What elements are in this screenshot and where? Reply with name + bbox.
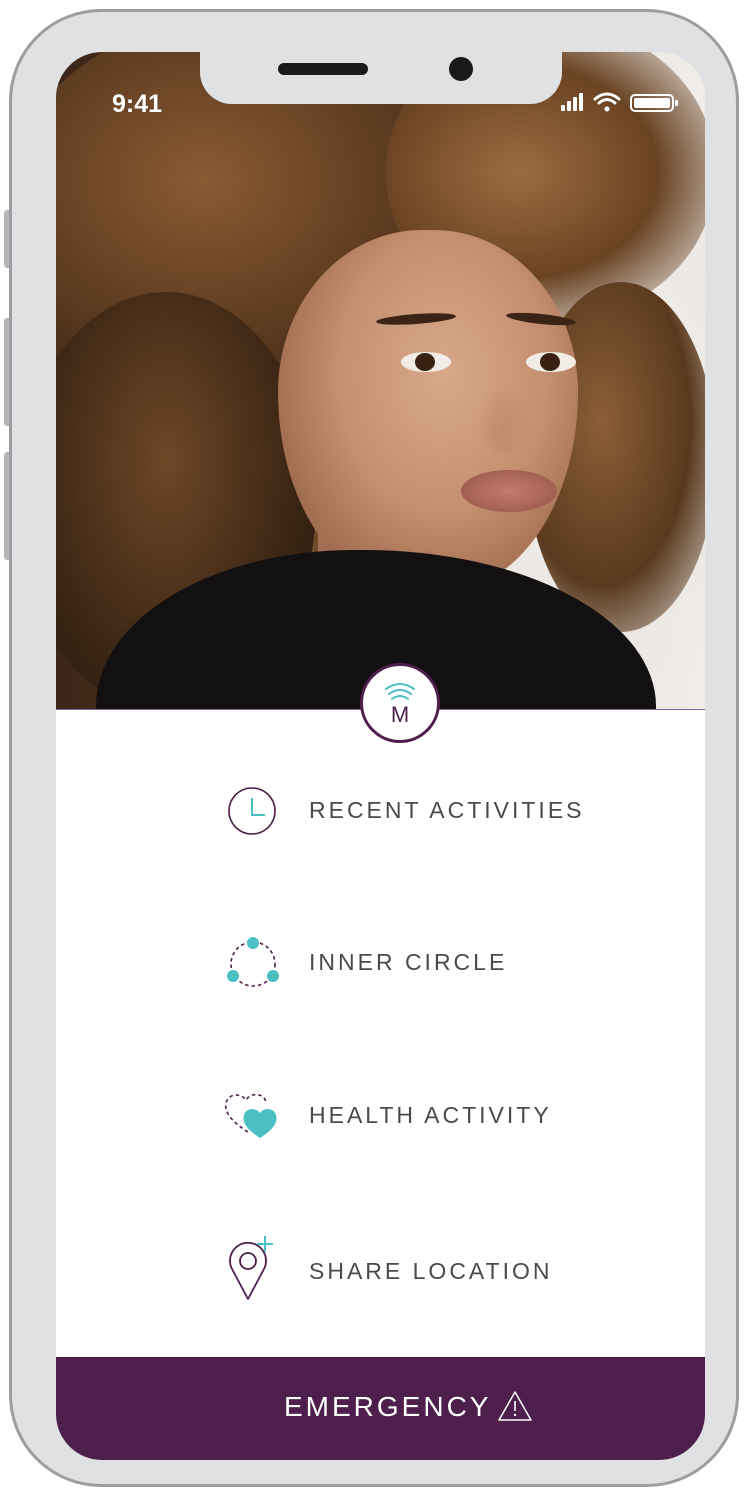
emergency-label: EMERGENCY xyxy=(284,1391,492,1422)
menu-label-recent-activities: RECENT ACTIVITIES xyxy=(309,797,585,823)
battery-icon xyxy=(630,94,678,112)
notch xyxy=(200,52,562,104)
menu-item-health-activity[interactable]: HEALTH ACTIVITY xyxy=(220,1080,660,1150)
menu-item-inner-circle[interactable]: INNER CIRCLE xyxy=(220,927,660,997)
app-logo-badge[interactable]: M xyxy=(360,663,440,743)
heart-icon xyxy=(224,1093,277,1138)
emergency-button[interactable]: EMERGENCY xyxy=(56,1357,705,1460)
signal-icon xyxy=(561,93,583,111)
app-screen: 9:41 M RECENT ACTIVITIES INNER CIRCLE HE… xyxy=(56,52,705,1460)
portrait-photo xyxy=(56,52,705,710)
status-icons xyxy=(559,90,687,114)
inner-circle-icon xyxy=(227,937,279,987)
speaker-grille xyxy=(278,63,368,75)
clock-icon xyxy=(228,787,276,835)
front-camera xyxy=(449,57,473,81)
menu-label-share-location: SHARE LOCATION xyxy=(309,1258,553,1284)
location-pin-icon xyxy=(229,1236,273,1300)
menu-label-inner-circle: INNER CIRCLE xyxy=(309,949,508,975)
status-time: 9:41 xyxy=(112,90,163,118)
menu-label-health-activity: HEALTH ACTIVITY xyxy=(309,1102,552,1128)
menu-item-share-location[interactable]: SHARE LOCATION xyxy=(220,1236,660,1306)
menu-item-recent-activities[interactable]: RECENT ACTIVITIES xyxy=(220,775,660,845)
warning-icon xyxy=(498,1391,532,1421)
logo-letter: M xyxy=(390,702,410,727)
wifi-icon xyxy=(593,92,621,112)
